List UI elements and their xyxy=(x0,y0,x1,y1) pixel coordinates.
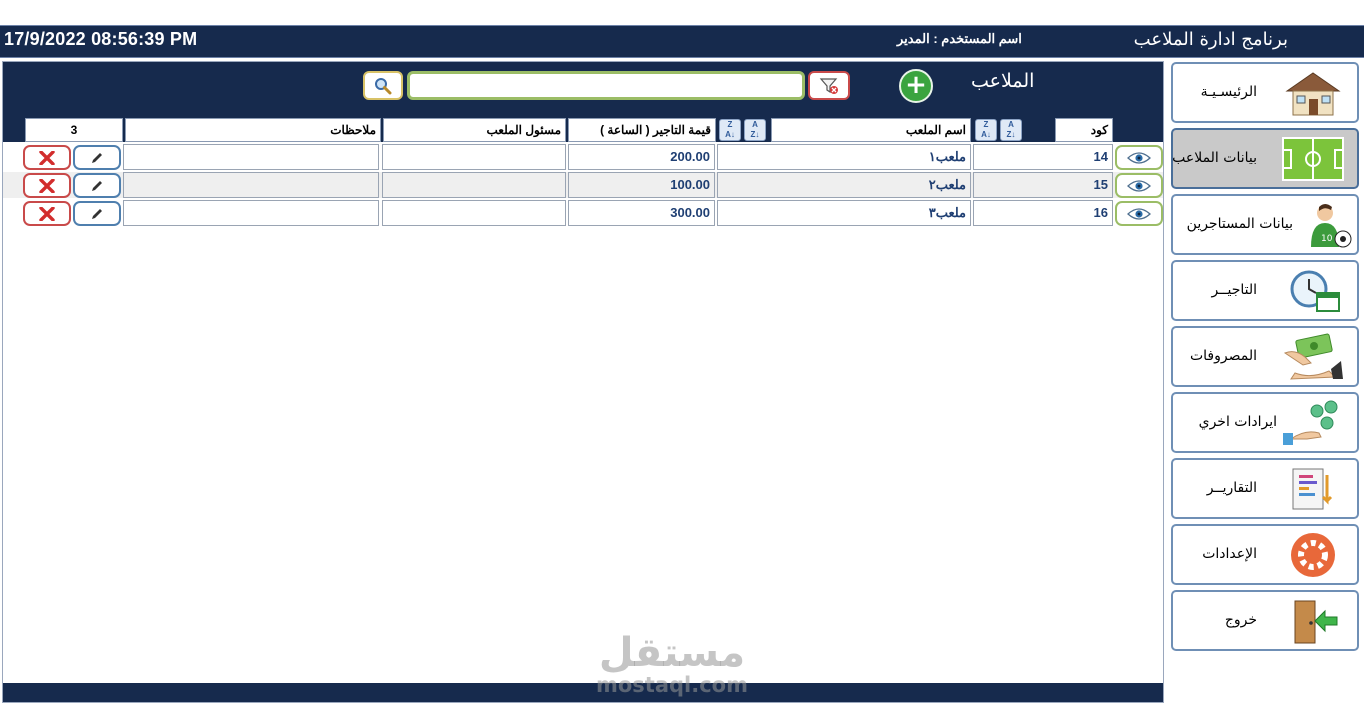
search-input[interactable] xyxy=(407,71,805,100)
watermark-arabic: مستقل xyxy=(598,630,746,676)
search-button[interactable] xyxy=(363,71,403,100)
name-cell[interactable]: ملعب٢ xyxy=(717,172,971,198)
football-field-icon xyxy=(1282,137,1344,181)
watermark-latin: mostaql.com xyxy=(596,673,748,697)
sidebar-item-label: المصروفات xyxy=(1189,348,1257,364)
col-header-name[interactable]: اسم الملعب xyxy=(771,118,971,142)
delete-icon xyxy=(39,178,55,193)
sidebar: الرئيسـيـة بيانات الملاعب بيانات المستاج… xyxy=(1166,61,1364,727)
edit-button[interactable] xyxy=(73,145,121,170)
delete-button[interactable] xyxy=(23,173,71,198)
col-header-price[interactable]: قيمة التاجير ( الساعة ) xyxy=(568,118,716,142)
edit-button[interactable] xyxy=(73,201,121,226)
sidebar-item-expenses[interactable]: المصروفات xyxy=(1171,326,1359,387)
sidebar-item-rentals[interactable]: التاجيــر xyxy=(1171,260,1359,321)
price-cell[interactable]: 100.00 xyxy=(568,172,715,198)
eye-icon xyxy=(1127,151,1151,164)
sidebar-item-label: التقاريــر xyxy=(1206,480,1257,496)
table-row: 100.00 ملعب٢ 15 xyxy=(3,172,1163,198)
sidebar-item-reports[interactable]: التقاريــر xyxy=(1171,458,1359,519)
delete-icon xyxy=(39,206,55,221)
user-name: المدير xyxy=(897,31,930,46)
main-header: الملاعب + كود الملعب AZ↓ ZA↓ اسم الملعب … xyxy=(3,62,1163,159)
responsible-cell[interactable] xyxy=(382,200,566,226)
datetime-display: 17/9/2022 08:56:39 PM xyxy=(4,29,198,49)
svg-text:10: 10 xyxy=(1321,234,1333,244)
delete-icon xyxy=(39,150,55,165)
sidebar-item-label: خروج xyxy=(1224,612,1257,628)
report-icon xyxy=(1292,468,1333,510)
col-header-responsible[interactable]: مسئول الملعب xyxy=(383,118,566,142)
table-row: 200.00 ملعب١ 14 xyxy=(3,144,1163,170)
sidebar-item-label: بيانات المستاجرين xyxy=(1186,216,1293,232)
current-user: اسم المستخدم : المدير xyxy=(897,31,1022,47)
notes-cell[interactable] xyxy=(123,200,379,226)
notes-cell[interactable] xyxy=(123,144,379,170)
sidebar-item-home[interactable]: الرئيسـيـة xyxy=(1171,62,1359,123)
main-panel: الملاعب + كود الملعب AZ↓ ZA↓ اسم الملعب … xyxy=(2,61,1164,703)
watermark: مستقل mostaql.com xyxy=(596,632,748,696)
col-header-code[interactable]: كود الملعب xyxy=(1055,118,1113,159)
price-cell[interactable]: 300.00 xyxy=(568,200,715,226)
sort-desc-button-code[interactable]: Z A↓ xyxy=(975,119,997,141)
sidebar-item-label: الإعدادات xyxy=(1202,546,1257,562)
clock-calendar-icon xyxy=(1290,270,1340,312)
sidebar-item-exit[interactable]: خروج xyxy=(1171,590,1359,651)
pencil-icon xyxy=(92,208,102,219)
table-row: 300.00 ملعب٣ 16 xyxy=(3,200,1163,226)
col-header-notes[interactable]: ملاحظات xyxy=(125,118,381,142)
sidebar-item-label: بيانات الملاعب xyxy=(1172,150,1257,166)
app-title: برنامج ادارة الملاعب xyxy=(1133,29,1288,50)
pencil-icon xyxy=(92,180,102,191)
name-cell[interactable]: ملعب٣ xyxy=(717,200,971,226)
view-button[interactable] xyxy=(1115,173,1163,198)
sidebar-item-fields[interactable]: بيانات الملاعب xyxy=(1171,128,1359,189)
sort-asc-button-code[interactable]: A Z↓ xyxy=(1000,119,1022,141)
edit-button[interactable] xyxy=(73,173,121,198)
view-button[interactable] xyxy=(1115,201,1163,226)
coins-hand-icon xyxy=(1283,400,1338,445)
player-icon: 10 xyxy=(1311,204,1352,248)
sidebar-item-settings[interactable]: الإعدادات xyxy=(1171,524,1359,585)
footer-bar xyxy=(3,683,1163,702)
code-cell[interactable]: 16 xyxy=(973,200,1113,226)
clear-filter-icon xyxy=(819,77,838,94)
eye-icon xyxy=(1127,179,1151,192)
delete-button[interactable] xyxy=(23,201,71,226)
user-label: اسم المستخدم : xyxy=(933,31,1022,46)
view-button[interactable] xyxy=(1115,145,1163,170)
top-bar: 17/9/2022 08:56:39 PM اسم المستخدم : الم… xyxy=(0,25,1364,58)
sidebar-item-label: ايرادات اخري xyxy=(1198,414,1277,430)
house-icon xyxy=(1285,72,1341,116)
record-count: 3 xyxy=(25,118,123,142)
responsible-cell[interactable] xyxy=(382,144,566,170)
add-button[interactable]: + xyxy=(899,69,933,103)
name-cell[interactable]: ملعب١ xyxy=(717,144,971,170)
code-cell[interactable]: 14 xyxy=(973,144,1113,170)
sort-desc-button-name[interactable]: Z A↓ xyxy=(719,119,741,141)
delete-button[interactable] xyxy=(23,145,71,170)
responsible-cell[interactable] xyxy=(382,172,566,198)
sidebar-item-tenants[interactable]: بيانات المستاجرين 10 xyxy=(1171,194,1359,255)
search-icon xyxy=(375,77,392,94)
notes-cell[interactable] xyxy=(123,172,379,198)
price-cell[interactable]: 200.00 xyxy=(568,144,715,170)
sidebar-item-other-income[interactable]: ايرادات اخري xyxy=(1171,392,1359,453)
sort-asc-button-name[interactable]: A Z↓ xyxy=(744,119,766,141)
page-title: الملاعب xyxy=(971,70,1035,92)
pencil-icon xyxy=(92,152,102,163)
sidebar-item-label: الرئيسـيـة xyxy=(1200,84,1257,100)
money-hand-icon xyxy=(1283,333,1343,380)
sidebar-item-label: التاجيــر xyxy=(1211,282,1257,298)
code-cell[interactable]: 15 xyxy=(973,172,1113,198)
clear-filter-button[interactable] xyxy=(808,71,850,100)
gear-icon xyxy=(1291,533,1335,577)
exit-door-icon xyxy=(1294,600,1338,644)
eye-icon xyxy=(1127,207,1151,220)
